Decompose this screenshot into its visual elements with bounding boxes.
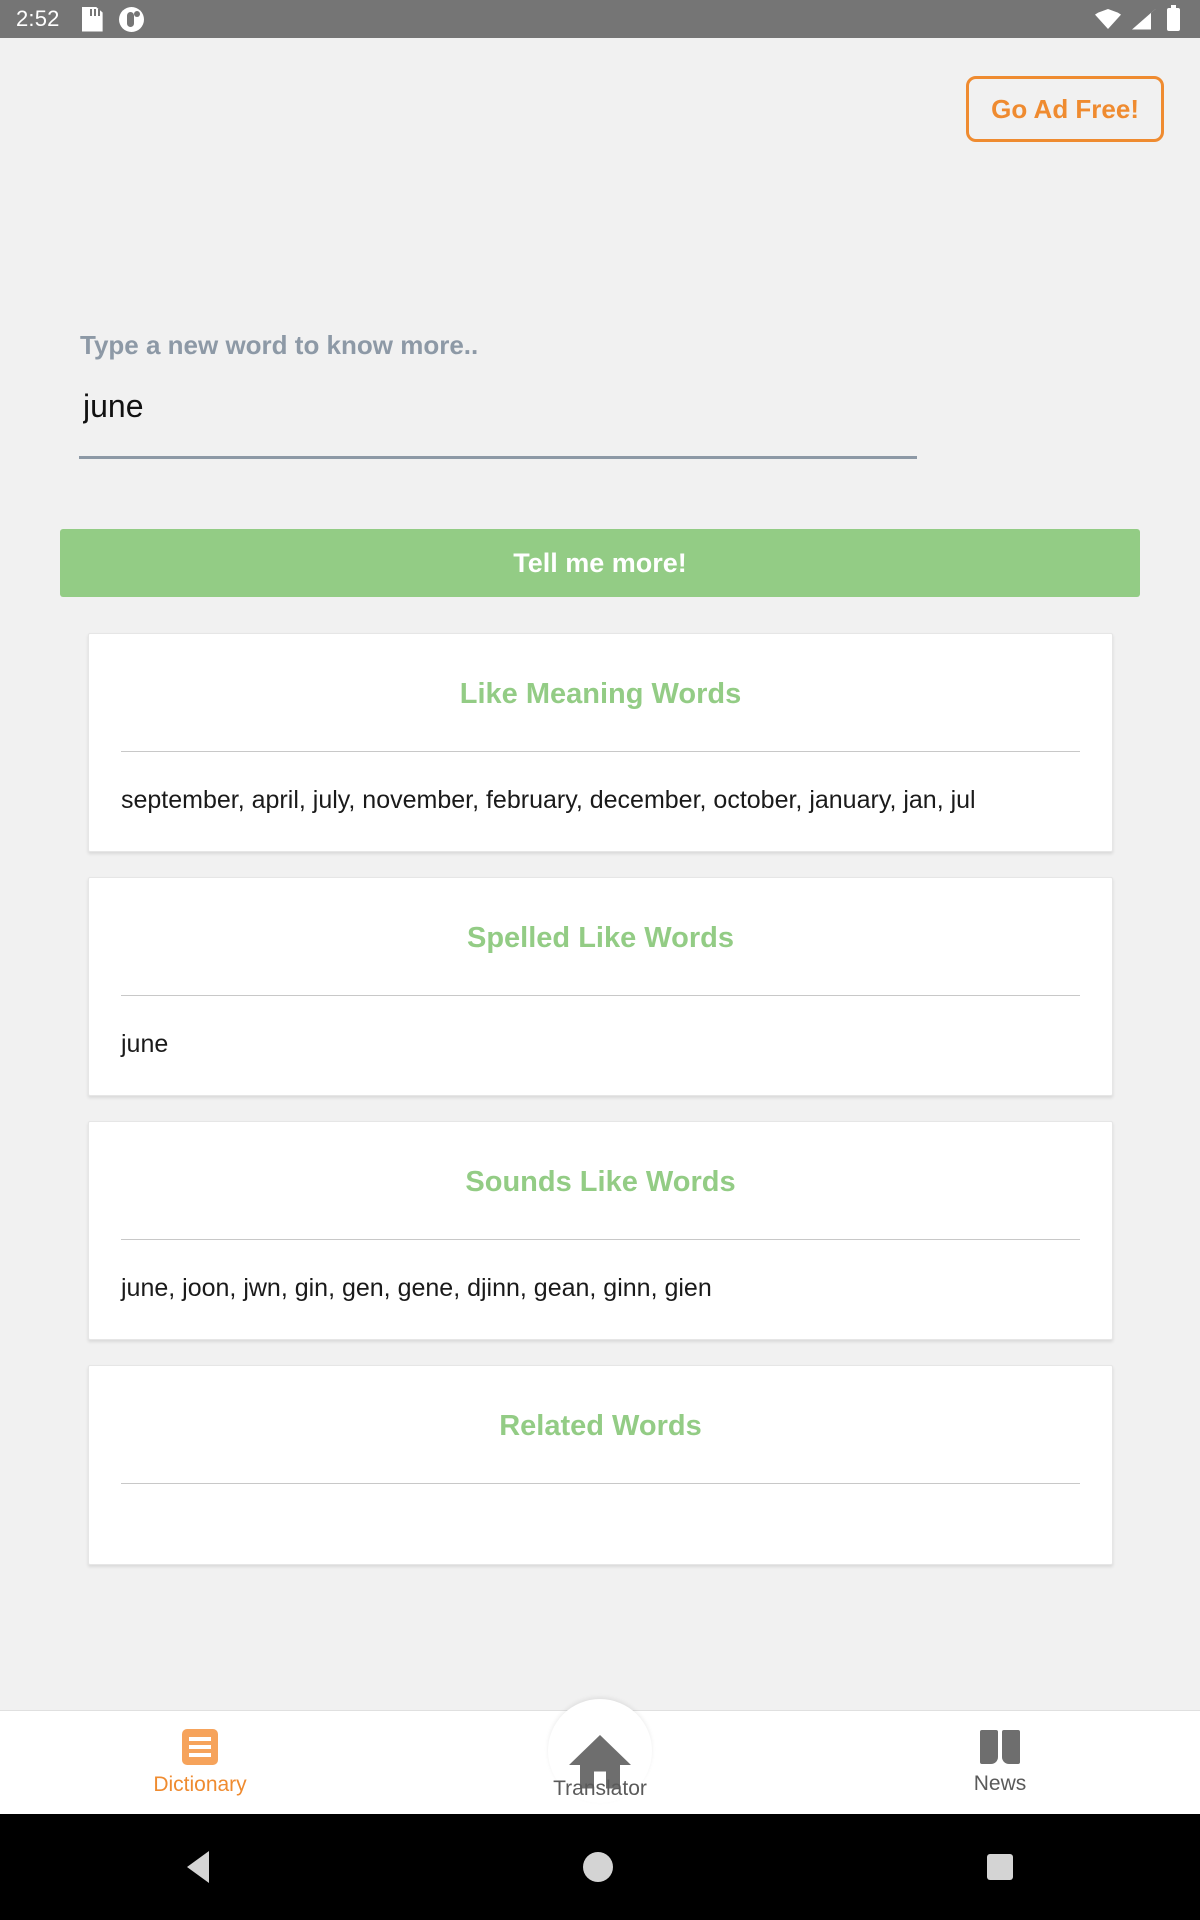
status-left-icons <box>82 6 144 32</box>
home-button-icon[interactable] <box>583 1852 613 1882</box>
cellular-signal-icon <box>1132 8 1156 30</box>
nav-label-news: News <box>973 1771 1027 1795</box>
go-ad-free-button[interactable]: Go Ad Free! <box>966 76 1164 142</box>
list-icon <box>182 1728 218 1765</box>
status-bar: 2:52 <box>0 0 1200 38</box>
search-input[interactable] <box>78 388 918 431</box>
card-like-meaning-words: Like Meaning Words september, april, jul… <box>88 633 1113 852</box>
app-notification-icon <box>118 6 144 32</box>
ad-free-container: Go Ad Free! <box>0 76 1200 142</box>
nav-item-news[interactable]: News <box>800 1729 1200 1796</box>
results-list: Like Meaning Words september, april, jul… <box>88 633 1113 1590</box>
card-title: Like Meaning Words <box>459 678 742 710</box>
card-content: september, april, july, november, februa… <box>121 786 976 814</box>
search-label: Type a new word to know more.. <box>80 330 479 360</box>
card-content <box>89 1484 1112 1564</box>
nav-item-dictionary[interactable]: Dictionary <box>0 1728 400 1797</box>
bottom-navigation: Dictionary Translator News <box>0 1698 1200 1814</box>
card-title: Spelled Like Words <box>467 922 734 954</box>
nav-label-dictionary: Dictionary <box>153 1772 247 1796</box>
card-content: june <box>121 1030 169 1058</box>
system-navigation-bar <box>0 1814 1200 1920</box>
search-input-underline <box>79 456 917 459</box>
card-title: Related Words <box>499 1410 702 1442</box>
tell-me-more-button[interactable]: Tell me more! <box>60 529 1140 597</box>
recents-button-icon[interactable] <box>987 1854 1013 1880</box>
nav-item-translator[interactable]: Translator <box>400 1698 800 1803</box>
app-root: 2:52 Go Ad Free! Type a new word to know… <box>0 0 1200 1920</box>
card-spelled-like-words: Spelled Like Words june <box>88 877 1113 1096</box>
card-sounds-like-words: Sounds Like Words june, joon, jwn, gin, … <box>88 1121 1113 1340</box>
back-button-icon[interactable] <box>187 1851 209 1883</box>
book-icon <box>980 1729 1020 1764</box>
card-content: june, joon, jwn, gin, gen, gene, djinn, … <box>121 1274 712 1302</box>
sd-card-icon <box>82 7 103 32</box>
status-right-icons <box>1095 4 1184 31</box>
battery-icon <box>1167 4 1180 31</box>
card-title: Sounds Like Words <box>465 1166 736 1198</box>
card-related-words: Related Words <box>88 1365 1113 1565</box>
status-clock: 2:52 <box>16 6 60 31</box>
nav-label-translator: Translator <box>553 1776 647 1800</box>
wifi-icon <box>1095 9 1121 29</box>
